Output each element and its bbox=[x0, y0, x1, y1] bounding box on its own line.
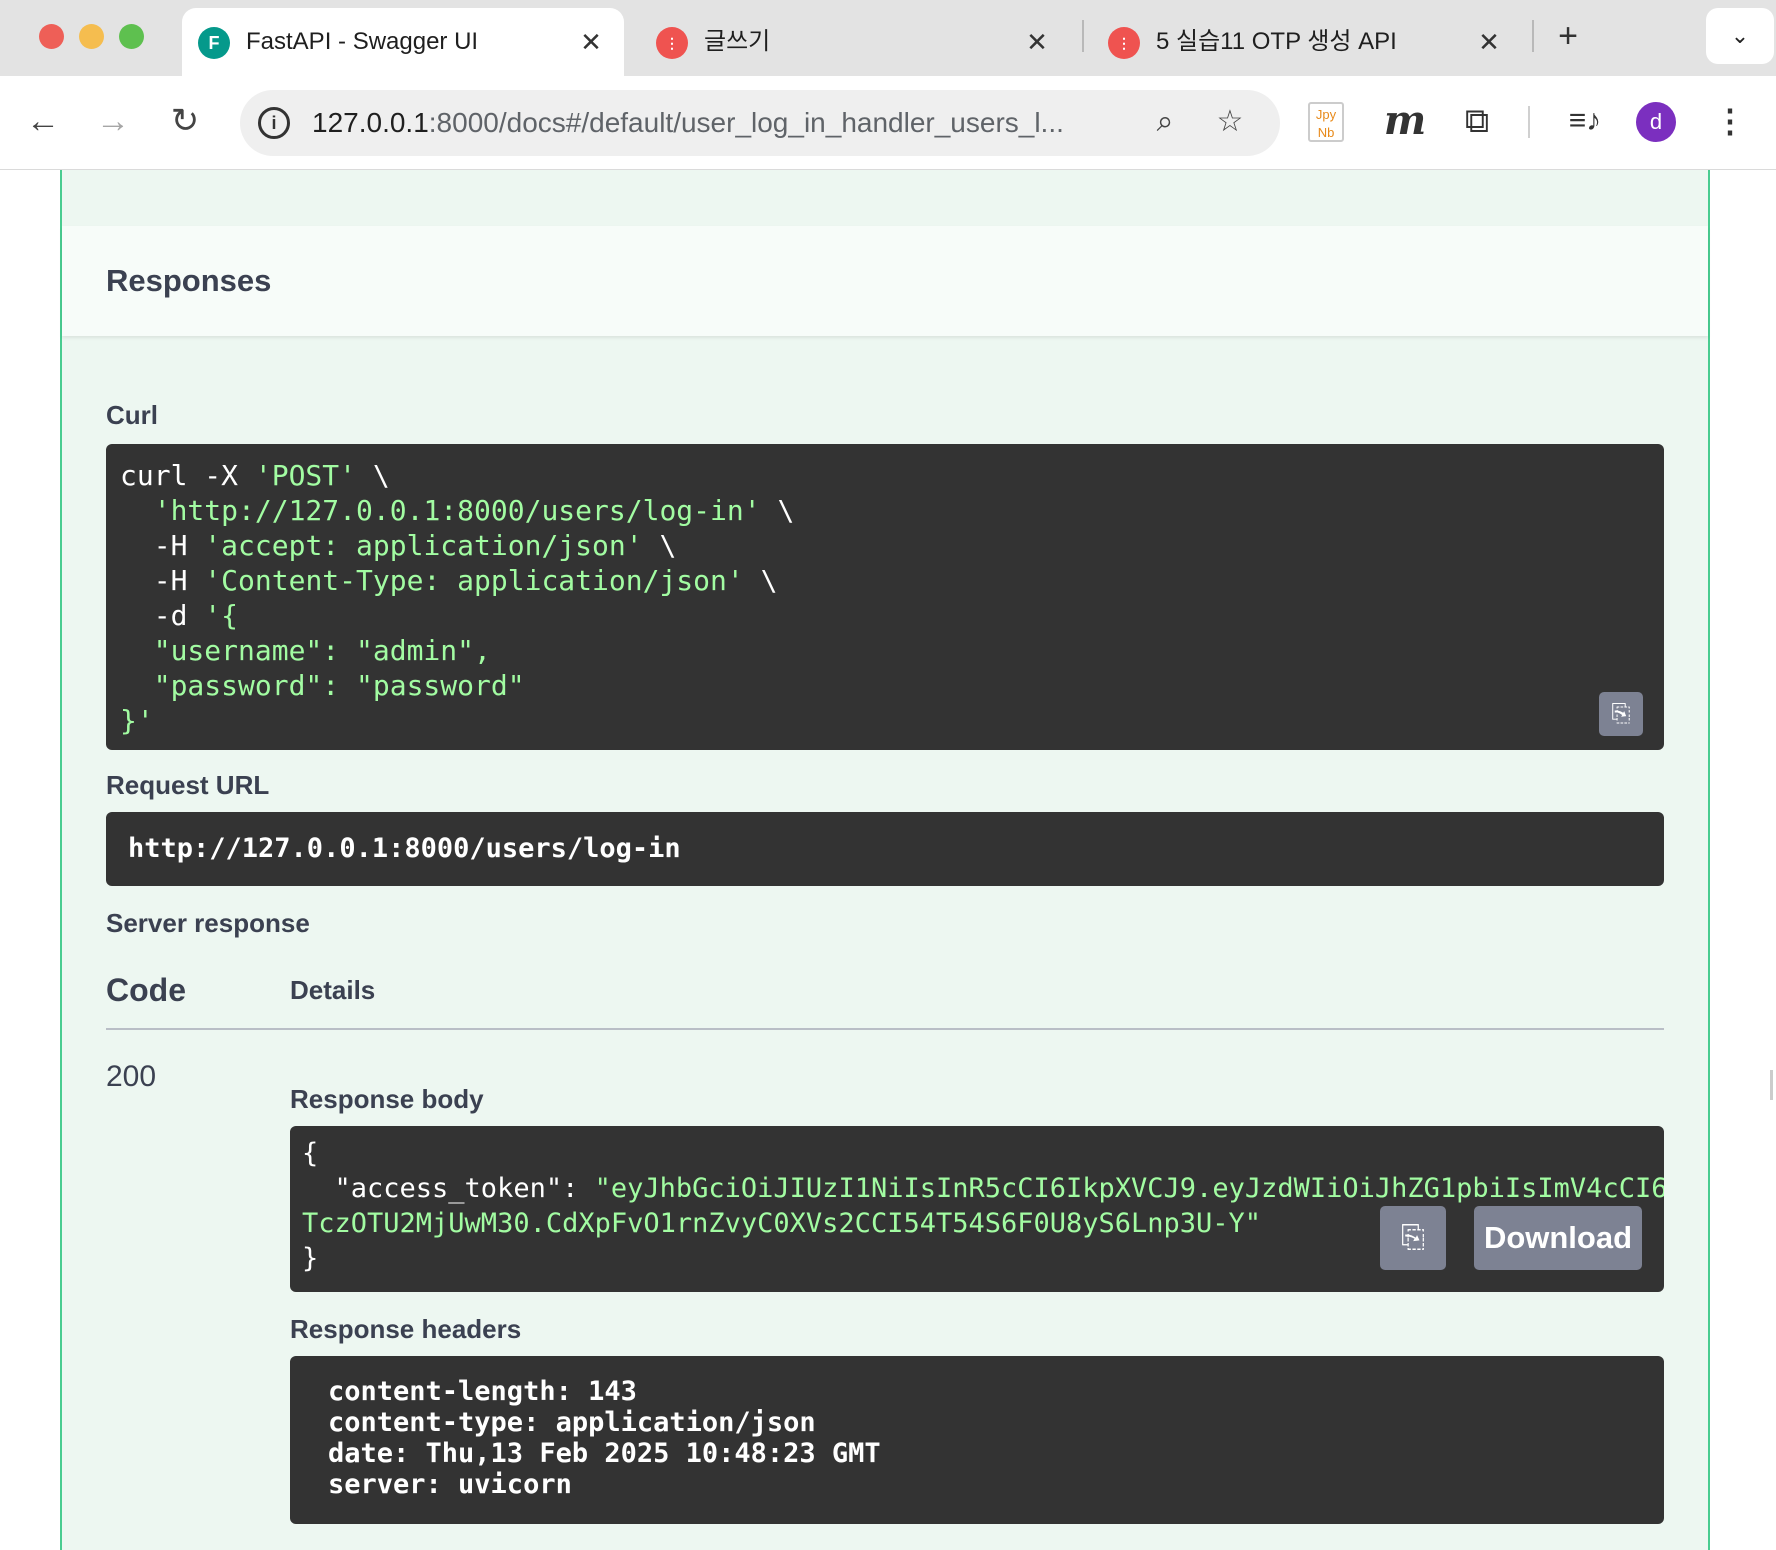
window-close-button[interactable] bbox=[39, 24, 64, 49]
profile-avatar[interactable]: d bbox=[1636, 102, 1676, 142]
curl-text: -H bbox=[120, 529, 205, 562]
code-column-header: Code bbox=[106, 972, 186, 1008]
toolbar-separator bbox=[1528, 106, 1530, 138]
copy-to-clipboard-icon[interactable]: ⎘ bbox=[1599, 692, 1643, 736]
zoom-icon[interactable]: ⌕ bbox=[1145, 102, 1185, 142]
tab-separator bbox=[1532, 20, 1534, 52]
header-line: server: uvicorn bbox=[328, 1469, 572, 1500]
bookmark-star-icon[interactable]: ☆ bbox=[1210, 102, 1250, 142]
tab-close-icon[interactable]: ✕ bbox=[576, 27, 606, 57]
browser-menu-icon[interactable]: ⋮ bbox=[1710, 96, 1750, 146]
responses-heading: Responses bbox=[106, 263, 272, 298]
tab-separator bbox=[1082, 20, 1084, 52]
tab-close-icon[interactable]: ✕ bbox=[1022, 27, 1052, 57]
curl-string: '{ bbox=[204, 599, 239, 632]
details-column-header: Details bbox=[290, 975, 376, 1005]
tab-title: 글쓰기 bbox=[704, 28, 771, 55]
curl-text: -H bbox=[120, 564, 205, 597]
curl-line-continuation: \ bbox=[642, 529, 677, 562]
curl-line-continuation: \ bbox=[760, 494, 795, 527]
tab-otp-api[interactable]: ⋮ 5 실습11 OTP 생성 API ✕ bbox=[1092, 8, 1522, 76]
velog-favicon-icon: ⋮ bbox=[656, 27, 688, 59]
curl-label: Curl bbox=[106, 400, 158, 430]
copy-to-clipboard-icon[interactable]: ⎘ bbox=[1380, 1206, 1446, 1270]
operation-block-post: Responses Curl curl -X 'POST' \ 'http://… bbox=[60, 170, 1710, 1550]
tab-title: 5 실습11 OTP 생성 API bbox=[1156, 28, 1397, 55]
url-host: 127.0.0.1 bbox=[312, 107, 429, 138]
body-key: "access_token": bbox=[302, 1173, 595, 1204]
curl-text bbox=[120, 494, 154, 527]
request-url-label: Request URL bbox=[106, 770, 270, 800]
back-arrow-icon[interactable]: ← bbox=[18, 96, 68, 146]
jupyter-extension-icon[interactable]: Jpy Nb bbox=[1308, 102, 1344, 142]
curl-line-continuation: \ bbox=[743, 564, 778, 597]
curl-string: "password": "password" bbox=[120, 669, 525, 702]
response-headers-block[interactable]: content-length: 143 content-type: applic… bbox=[290, 1356, 1664, 1524]
response-body-label: Response body bbox=[290, 1084, 484, 1114]
curl-string: 'accept: application/json' bbox=[204, 529, 643, 562]
curl-line-continuation: \ bbox=[356, 459, 390, 492]
curl-string: 'POST' bbox=[254, 459, 357, 492]
site-info-icon[interactable]: i bbox=[258, 107, 290, 139]
tab-writing[interactable]: ⋮ 글쓰기 ✕ bbox=[640, 8, 1070, 76]
download-button[interactable]: Download bbox=[1474, 1206, 1642, 1270]
curl-string: 'Content-Type: application/json' bbox=[204, 564, 744, 597]
extensions-puzzle-icon[interactable]: ⧉ bbox=[1452, 96, 1502, 146]
reload-icon[interactable]: ↻ bbox=[160, 96, 210, 146]
browser-toolbar: ← → ↻ i 127.0.0.1:8000/docs#/default/use… bbox=[0, 76, 1776, 170]
tab-title: FastAPI - Swagger UI bbox=[246, 28, 479, 55]
header-line: date: Thu,13 Feb 2025 10:48:23 GMT bbox=[328, 1438, 881, 1469]
m-extension-icon[interactable]: m bbox=[1380, 96, 1430, 146]
curl-string: 'http://127.0.0.1:8000/users/log-in' bbox=[153, 494, 761, 527]
body-token-line2: TczOTU2MjUwM30.CdXpFvO1rnZvyC0XVs2CCI54T… bbox=[302, 1208, 1262, 1239]
velog-favicon-icon: ⋮ bbox=[1108, 27, 1140, 59]
body-open-brace: { bbox=[302, 1138, 319, 1169]
scrollbar-thumb[interactable] bbox=[1770, 1070, 1773, 1100]
window-minimize-button[interactable] bbox=[79, 24, 104, 49]
tab-fastapi-swagger[interactable]: F FastAPI - Swagger UI ✕ bbox=[182, 8, 624, 76]
response-headers-label: Response headers bbox=[290, 1314, 522, 1344]
request-url-block[interactable]: http://127.0.0.1:8000/users/log-in bbox=[106, 812, 1664, 886]
curl-string: "username": "admin", bbox=[120, 634, 491, 667]
tab-list-chevron-down-icon[interactable]: ⌄ bbox=[1706, 8, 1774, 64]
server-response-label: Server response bbox=[106, 908, 310, 938]
page-viewport[interactable]: Responses Curl curl -X 'POST' \ 'http://… bbox=[0, 170, 1776, 1550]
curl-string: }' bbox=[120, 704, 154, 737]
body-token-line1: "eyJhbGciOiJIUzI1NiIsInR5cCI6IkpXVCJ9.ey… bbox=[594, 1173, 1664, 1204]
media-controls-icon[interactable]: ≡♪ bbox=[1560, 96, 1610, 146]
tab-strip: F FastAPI - Swagger UI ✕ ⋮ 글쓰기 ✕ ⋮ 5 실습1… bbox=[0, 0, 1776, 76]
address-bar[interactable]: i 127.0.0.1:8000/docs#/default/user_log_… bbox=[240, 90, 1280, 156]
response-body-block[interactable]: { "access_token": "eyJhbGciOiJIUzI1NiIsI… bbox=[290, 1126, 1664, 1292]
header-line: content-length: 143 bbox=[328, 1376, 637, 1407]
response-table-header: Code Details bbox=[106, 960, 1664, 1030]
tab-close-icon[interactable]: ✕ bbox=[1474, 27, 1504, 57]
curl-code-block[interactable]: curl -X 'POST' \ 'http://127.0.0.1:8000/… bbox=[106, 444, 1664, 750]
url-path: :8000/docs#/default/user_log_in_handler_… bbox=[428, 107, 1064, 138]
fastapi-favicon-icon: F bbox=[198, 27, 230, 59]
curl-text: curl -X bbox=[120, 459, 255, 492]
responses-header: Responses bbox=[62, 226, 1708, 336]
body-close-brace: } bbox=[302, 1243, 319, 1274]
response-status-code: 200 bbox=[106, 1060, 157, 1093]
forward-arrow-icon[interactable]: → bbox=[88, 96, 138, 146]
address-url[interactable]: 127.0.0.1:8000/docs#/default/user_log_in… bbox=[312, 90, 1112, 156]
window-zoom-button[interactable] bbox=[119, 24, 144, 49]
header-line: content-type: application/json bbox=[328, 1407, 816, 1438]
new-tab-plus-icon[interactable]: + bbox=[1550, 16, 1586, 56]
curl-text: -d bbox=[120, 599, 205, 632]
